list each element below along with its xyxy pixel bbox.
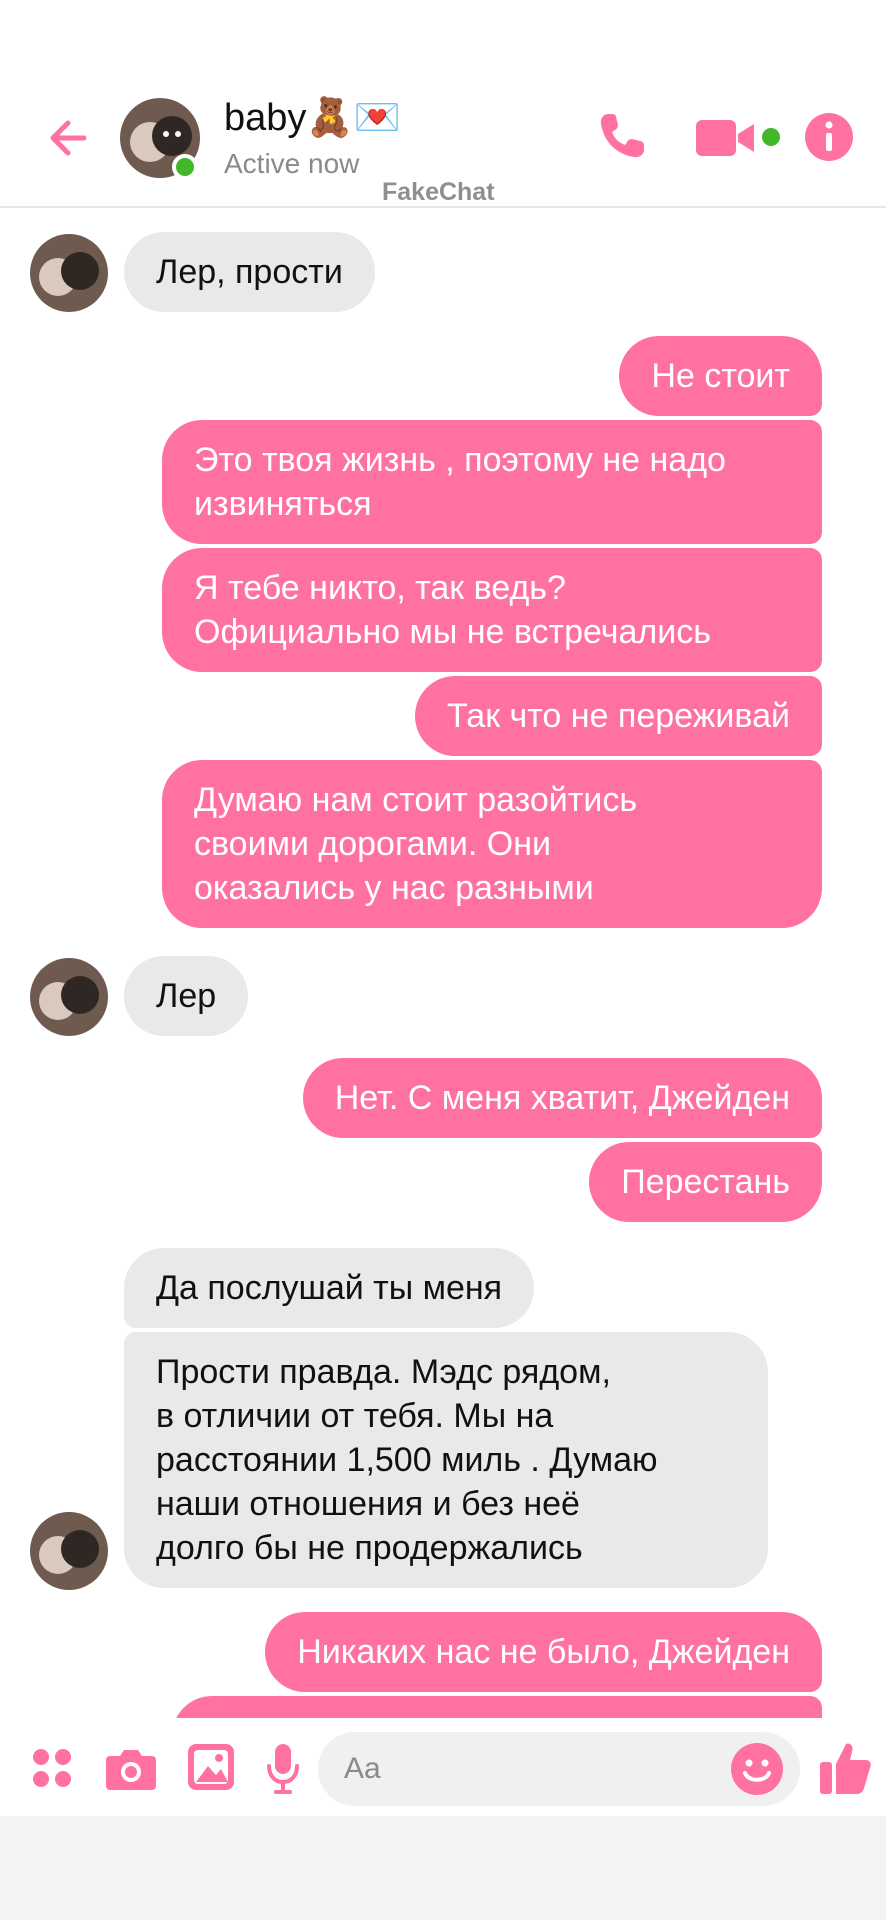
message-bubble-incoming[interactable]: Прости правда. Мэдс рядом, в отличии от … xyxy=(124,1332,768,1588)
microphone-icon[interactable] xyxy=(264,1742,302,1796)
image-icon[interactable] xyxy=(186,1742,236,1792)
message-input[interactable] xyxy=(318,1732,800,1806)
camera-icon[interactable] xyxy=(104,1744,158,1792)
message-bubble-outgoing-partial[interactable] xyxy=(172,1696,822,1718)
contact-name[interactable]: baby🧸💌 xyxy=(224,96,401,140)
message-bubble-outgoing[interactable]: Я тебе никто, так ведь? Официально мы не… xyxy=(162,548,822,672)
sender-avatar[interactable] xyxy=(30,1512,108,1590)
message-bubble-incoming[interactable]: Да послушай ты меня xyxy=(124,1248,535,1328)
video-online-dot xyxy=(762,128,780,146)
emoji-icon[interactable] xyxy=(730,1742,784,1796)
video-camera-icon[interactable] xyxy=(696,116,756,160)
online-indicator xyxy=(172,154,198,180)
info-icon[interactable] xyxy=(804,112,854,162)
system-nav-area xyxy=(0,1816,886,1920)
message-bubble-outgoing[interactable]: Нет. С меня хватит, Джейден xyxy=(302,1058,822,1138)
message-bubble-outgoing[interactable]: Не стоит xyxy=(619,336,822,416)
message-bubble-incoming[interactable]: Лер xyxy=(124,956,249,1036)
active-status: Active now xyxy=(224,148,360,179)
back-arrow-icon[interactable] xyxy=(44,114,92,162)
message-list[interactable]: Лер, прости Не стоит Это твоя жизнь , по… xyxy=(0,208,886,1718)
message-bubble-incoming[interactable]: Лер, прости xyxy=(124,232,375,312)
chat-header: baby🧸💌 Active now FakeChat xyxy=(0,0,886,208)
message-bubble-outgoing[interactable]: Думаю нам стоит разойтись своими дорогам… xyxy=(162,760,822,928)
sender-avatar[interactable] xyxy=(30,234,108,312)
message-bubble-outgoing[interactable]: Так что не переживай xyxy=(415,676,822,756)
message-input-placeholder: Aa xyxy=(344,1752,381,1785)
apps-grid-icon[interactable] xyxy=(30,1746,74,1790)
phone-icon[interactable] xyxy=(594,108,650,164)
message-bubble-outgoing[interactable]: Это твоя жизнь , поэтому не надо извинят… xyxy=(162,420,822,544)
message-bubble-outgoing[interactable]: Никаких нас не было, Джейден xyxy=(265,1612,822,1692)
message-bubble-outgoing[interactable]: Перестань xyxy=(589,1142,822,1222)
sender-avatar[interactable] xyxy=(30,958,108,1036)
thumbs-up-icon[interactable] xyxy=(818,1738,872,1796)
watermark-label: FakeChat xyxy=(382,178,495,206)
